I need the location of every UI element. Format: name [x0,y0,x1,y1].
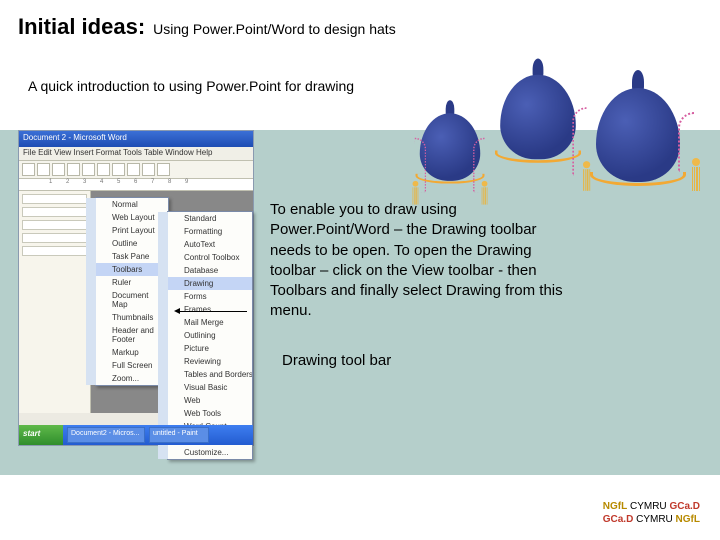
task-pane [19,191,91,413]
taskpane-item [22,233,87,243]
menu-item: Full Screen [86,359,168,372]
toolbar-button [52,163,65,176]
taskpane-item [22,207,87,217]
intro-text: A quick introduction to using Power.Poin… [28,78,354,94]
menu-item: Outline [86,237,168,250]
hat-icon [596,88,680,182]
footer-text: GCa.D [669,501,700,512]
word-screenshot: Document 2 - Microsoft Word File Edit Vi… [18,130,254,446]
menu-item: Thumbnails [86,311,168,324]
submenu-item: Standard [158,212,252,225]
taskbar-task: Document2 - Micros... [67,427,145,443]
submenu-item: Forms [158,290,252,303]
submenu-item: Database [158,264,252,277]
submenu-item: Tables and Borders [158,368,252,381]
menu-item: Task Pane [86,250,168,263]
taskpane-item [22,194,87,204]
menu-item: Web Layout [86,211,168,224]
document-area: Normal Web Layout Print Layout Outline T… [91,191,253,413]
window-titlebar: Document 2 - Microsoft Word [19,131,253,147]
submenu-item: AutoText [158,238,252,251]
hat-illustration [408,28,708,238]
toolbars-submenu: Standard Formatting AutoText Control Too… [167,211,253,460]
menu-item: Ruler [86,276,168,289]
callout-arrow-icon [177,311,247,312]
footer-text: NGfL [676,514,700,525]
menu-item: Markup [86,346,168,359]
toolbar-button [127,163,140,176]
ruler: 1 2 3 4 5 6 7 8 9 [19,179,253,191]
menu-item: Zoom... [86,372,168,385]
hat-brim-icon [590,172,686,186]
toolbar-button [97,163,110,176]
footer-text: CYMRU [636,514,673,525]
submenu-item: Formatting [158,225,252,238]
footer-text: NGfL [603,501,627,512]
tassel-icon [583,161,590,197]
menu-item: Print Layout [86,224,168,237]
submenu-item: Picture [158,342,252,355]
hat-icon [420,113,480,181]
submenu-item: Control Toolbox [158,251,252,264]
footer-text: GCa.D [603,514,634,525]
taskpane-item [22,246,87,256]
toolbar-button [22,163,35,176]
submenu-item: Visual Basic [158,381,252,394]
title-sub: Using Power.Point/Word to design hats [153,21,396,37]
submenu-item: Customize... [158,446,252,459]
submenu-item-drawing: Drawing [158,277,252,290]
window-toolbar [19,161,253,179]
toolbar-button [67,163,80,176]
toolbar-button [112,163,125,176]
submenu-item: Reviewing [158,355,252,368]
footer-text: CYMRU [630,501,667,512]
windows-taskbar: start Document2 - Micros... untitled - P… [19,425,253,445]
toolbar-button [142,163,155,176]
submenu-item: Web Tools [158,407,252,420]
tassel-icon [413,181,419,210]
toolbar-button [37,163,50,176]
taskpane-item [22,220,87,230]
menu-item-toolbars: Toolbars [86,263,168,276]
menu-item: Document Map [86,289,168,311]
tassel-icon [692,158,700,198]
submenu-item: Web [158,394,252,407]
slide-title: Initial ideas: Using Power.Point/Word to… [18,14,396,40]
caption-text: Drawing tool bar [282,352,391,369]
title-main: Initial ideas: [18,14,145,40]
menu-item: Normal [86,198,168,211]
tassel-icon [482,181,488,210]
submenu-item: Outlining [158,329,252,342]
hat-icon [500,75,576,160]
hat-brim-icon [495,150,581,163]
menu-item: Header and Footer [86,324,168,346]
submenu-item: Mail Merge [158,316,252,329]
window-menubar: File Edit View Insert Format Tools Table… [19,147,253,161]
toolbar-button [82,163,95,176]
toolbar-button [157,163,170,176]
taskbar-task: untitled - Paint [149,427,209,443]
start-button: start [19,425,63,445]
footer-logos: NGfL CYMRU GCa.D GCa.D CYMRU NGfL [603,500,700,526]
